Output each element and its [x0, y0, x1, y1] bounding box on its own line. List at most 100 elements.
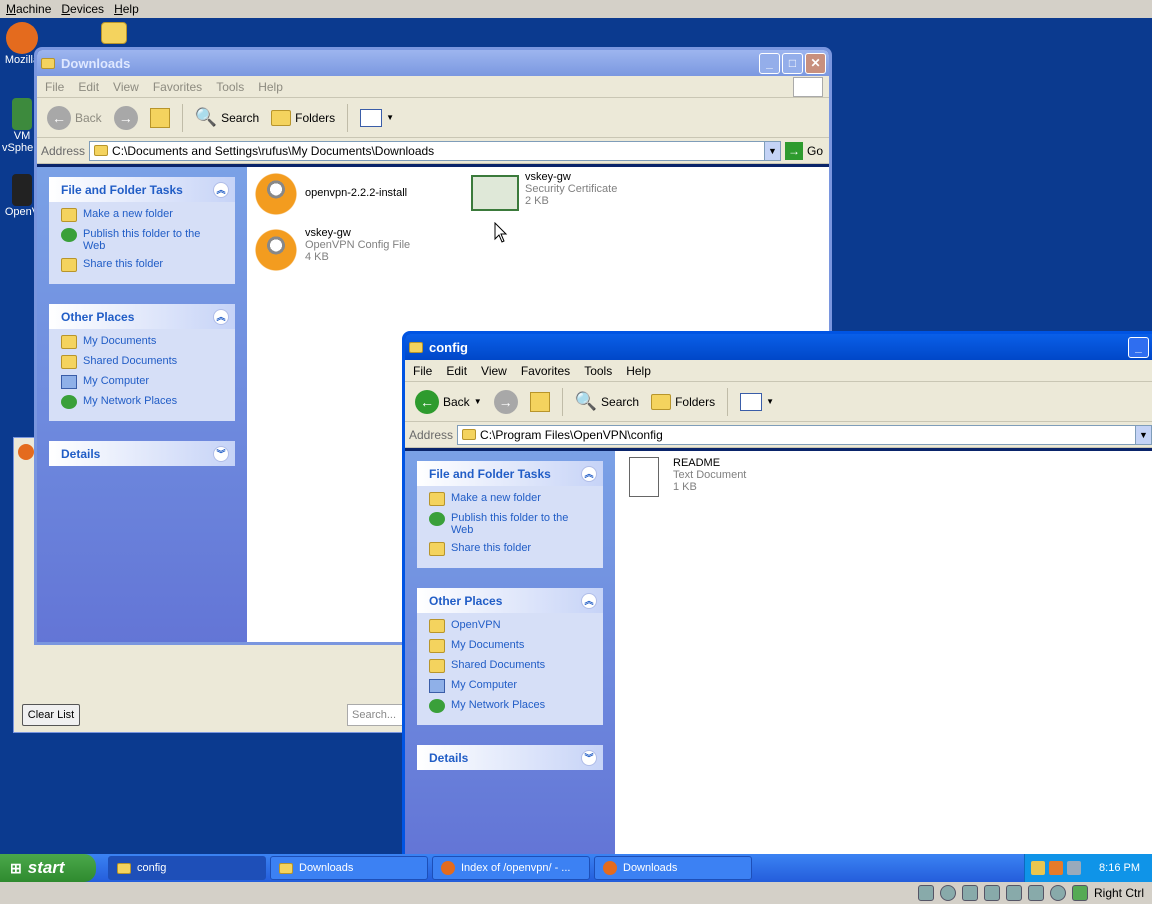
up-folder-button[interactable]: [526, 390, 554, 414]
forward-button[interactable]: →: [110, 104, 142, 132]
address-input[interactable]: C:\Program Files\OpenVPN\config ▼: [457, 424, 1152, 445]
maximize-button[interactable]: □: [782, 52, 803, 74]
place-openvpn[interactable]: OpenVPN: [429, 619, 593, 633]
host-key-label: Right Ctrl: [1093, 886, 1144, 900]
back-button[interactable]: ← Back: [43, 104, 106, 132]
task-publish-web[interactable]: Publish this folder to the Web: [429, 512, 593, 536]
start-button[interactable]: ⊞ start: [0, 854, 96, 882]
taskbar-item-downloads-explorer[interactable]: Downloads: [270, 856, 428, 880]
panel-header[interactable]: Details ︾: [49, 441, 235, 466]
clear-list-button[interactable]: Clear List: [22, 704, 80, 726]
collapse-icon[interactable]: ︽: [213, 308, 229, 325]
task-publish-web[interactable]: Publish this folder to the Web: [61, 228, 225, 252]
forward-button[interactable]: →: [490, 388, 522, 416]
mouse-integration-icon[interactable]: [1049, 885, 1066, 901]
openvpn-tray-icon[interactable]: [1049, 861, 1064, 875]
search-button[interactable]: 🔍 Search: [571, 389, 643, 414]
file-item-openvpn-installer[interactable]: openvpn-2.2.2-install: [253, 171, 407, 217]
place-shared-documents[interactable]: Shared Documents: [61, 355, 225, 369]
folder-icon: [462, 429, 477, 440]
folders-button[interactable]: Folders: [267, 108, 339, 128]
menu-tools[interactable]: Tools: [584, 364, 612, 378]
place-my-computer[interactable]: My Computer: [61, 375, 225, 389]
task-label: Downloads: [623, 862, 678, 874]
minimize-button[interactable]: _: [1128, 336, 1149, 358]
task-share-folder[interactable]: Share this folder: [61, 258, 225, 272]
menu-help[interactable]: Help: [114, 2, 139, 16]
usb-icon[interactable]: [983, 885, 1000, 901]
menu-devices[interactable]: Devices: [61, 2, 104, 16]
place-my-documents[interactable]: My Documents: [429, 639, 593, 653]
panel-header[interactable]: Other Places ︽: [417, 588, 603, 613]
hard-disk-icon[interactable]: [917, 885, 934, 901]
chevron-down-icon: ▼: [766, 397, 774, 406]
back-button[interactable]: ← Back ▼: [411, 388, 486, 416]
menu-favorites[interactable]: Favorites: [153, 80, 202, 94]
place-my-network[interactable]: My Network Places: [429, 699, 593, 713]
go-label: Go: [806, 143, 823, 158]
menu-help[interactable]: Help: [626, 364, 651, 378]
menu-edit[interactable]: Edit: [446, 364, 467, 378]
place-my-network[interactable]: My Network Places: [61, 395, 225, 409]
menu-favorites[interactable]: Favorites: [521, 364, 570, 378]
collapse-icon[interactable]: ︽: [213, 181, 229, 198]
panel-header[interactable]: File and Folder Tasks ︽: [49, 177, 235, 202]
place-shared-documents[interactable]: Shared Documents: [429, 659, 593, 673]
taskbar-item-firefox-downloads[interactable]: Downloads: [594, 856, 752, 880]
expand-icon[interactable]: ︾: [581, 749, 597, 766]
desktop-icon-folder[interactable]: [94, 22, 134, 44]
folders-icon: [271, 109, 292, 126]
optical-drive-icon[interactable]: [939, 885, 956, 901]
display-icon[interactable]: [1027, 885, 1044, 901]
task-share-folder[interactable]: Share this folder: [429, 542, 593, 556]
panel-header[interactable]: File and Folder Tasks ︽: [417, 461, 603, 486]
task-pane: File and Folder Tasks ︽ Make a new folde…: [405, 451, 615, 854]
menu-view[interactable]: View: [481, 364, 507, 378]
panel-header[interactable]: Details ︾: [417, 745, 603, 770]
folders-button[interactable]: Folders: [647, 392, 719, 412]
menu-file[interactable]: File: [413, 364, 432, 378]
place-my-documents[interactable]: My Documents: [61, 335, 225, 349]
collapse-icon[interactable]: ︽: [581, 465, 597, 482]
panel-header[interactable]: Other Places ︽: [49, 304, 235, 329]
views-button[interactable]: ▼: [356, 107, 398, 129]
menu-edit[interactable]: Edit: [78, 80, 99, 94]
shared-folders-icon[interactable]: [1005, 885, 1022, 901]
task-make-new-folder[interactable]: Make a new folder: [429, 492, 593, 506]
menu-machine[interactable]: Machine: [6, 2, 51, 16]
menu-help[interactable]: Help: [258, 80, 283, 94]
menu-view[interactable]: View: [113, 80, 139, 94]
menubar: File Edit View Favorites Tools Help: [37, 76, 829, 98]
address-bar: Address C:\Documents and Settings\rufus\…: [37, 138, 829, 164]
file-item-certificate[interactable]: vskey-gw Security Certificate 2 KB: [471, 171, 617, 211]
address-dropdown-button[interactable]: ▼: [763, 141, 780, 160]
menu-file[interactable]: File: [45, 80, 64, 94]
share-folder-icon: [61, 258, 77, 272]
downloads-search-input[interactable]: Search...: [347, 704, 407, 726]
place-my-computer[interactable]: My Computer: [429, 679, 593, 693]
address-dropdown-button[interactable]: ▼: [1135, 425, 1151, 444]
taskbar-item-firefox-index[interactable]: Index of /openvpn/ - ...: [432, 856, 590, 880]
title-bar[interactable]: Downloads _ □ ✕: [37, 50, 829, 76]
file-item-config[interactable]: vskey-gw OpenVPN Config File 4 KB: [253, 227, 410, 273]
task-make-new-folder[interactable]: Make a new folder: [61, 208, 225, 222]
minimize-button[interactable]: _: [759, 52, 780, 74]
chevron-down-icon[interactable]: ▼: [474, 397, 482, 406]
close-button[interactable]: ✕: [805, 52, 826, 74]
volume-tray-icon[interactable]: [1067, 861, 1082, 875]
address-input[interactable]: C:\Documents and Settings\rufus\My Docum…: [89, 140, 781, 161]
taskbar-item-config[interactable]: config: [108, 856, 266, 880]
menu-tools[interactable]: Tools: [216, 80, 244, 94]
go-button[interactable]: → Go: [784, 141, 829, 160]
network-tray-icon[interactable]: [1031, 861, 1046, 875]
firefox-icon: [18, 444, 34, 460]
toolbar-separator: [727, 387, 729, 416]
up-folder-button[interactable]: [146, 106, 174, 130]
expand-icon[interactable]: ︾: [213, 445, 229, 462]
search-button[interactable]: 🔍 Search: [191, 105, 263, 130]
network-adapter-icon[interactable]: [961, 885, 978, 901]
title-bar[interactable]: config _: [405, 334, 1152, 360]
collapse-icon[interactable]: ︽: [581, 592, 597, 609]
file-item-readme[interactable]: README Text Document 1 KB: [621, 457, 746, 497]
views-button[interactable]: ▼: [736, 391, 778, 413]
